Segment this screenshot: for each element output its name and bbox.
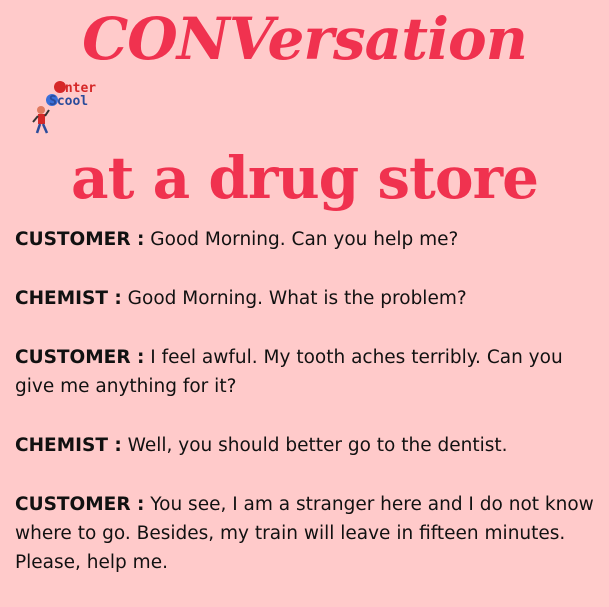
speaker-label: CHEMIST : — [15, 435, 122, 456]
speaker-label: CHEMIST : — [15, 288, 122, 309]
logo-text-bottom: Scool — [49, 94, 89, 109]
dialogue-line: CHEMIST : Well, you should better go to … — [15, 431, 600, 460]
speaker-label: CUSTOMER : — [15, 229, 145, 250]
speaker-label: CUSTOMER : — [15, 494, 145, 515]
dialogue-line: CHEMIST : Good Morning. What is the prob… — [15, 284, 600, 313]
dialogue-line: CUSTOMER : You see, I am a stranger here… — [15, 490, 600, 577]
page-subtitle: at a drug store — [71, 144, 539, 212]
dialogue-text: Well, you should better go to the dentis… — [121, 435, 508, 456]
page-title: CONVersation — [82, 5, 528, 73]
page: CONVersation Inter Scool at a drug store… — [0, 0, 609, 595]
dialogue-text: Good Morning. What is the problem? — [121, 288, 467, 309]
dialogue-line: CUSTOMER : Good Morning. Can you help me… — [15, 225, 600, 254]
dialogue-text: Good Morning. Can you help me? — [144, 229, 459, 250]
dialogue-line: CUSTOMER : I feel awful. My tooth aches … — [15, 343, 600, 401]
interscool-logo: Inter Scool — [32, 80, 122, 138]
speaker-label: CUSTOMER : — [15, 347, 145, 368]
dialogue: CUSTOMER : Good Morning. Can you help me… — [15, 225, 600, 607]
